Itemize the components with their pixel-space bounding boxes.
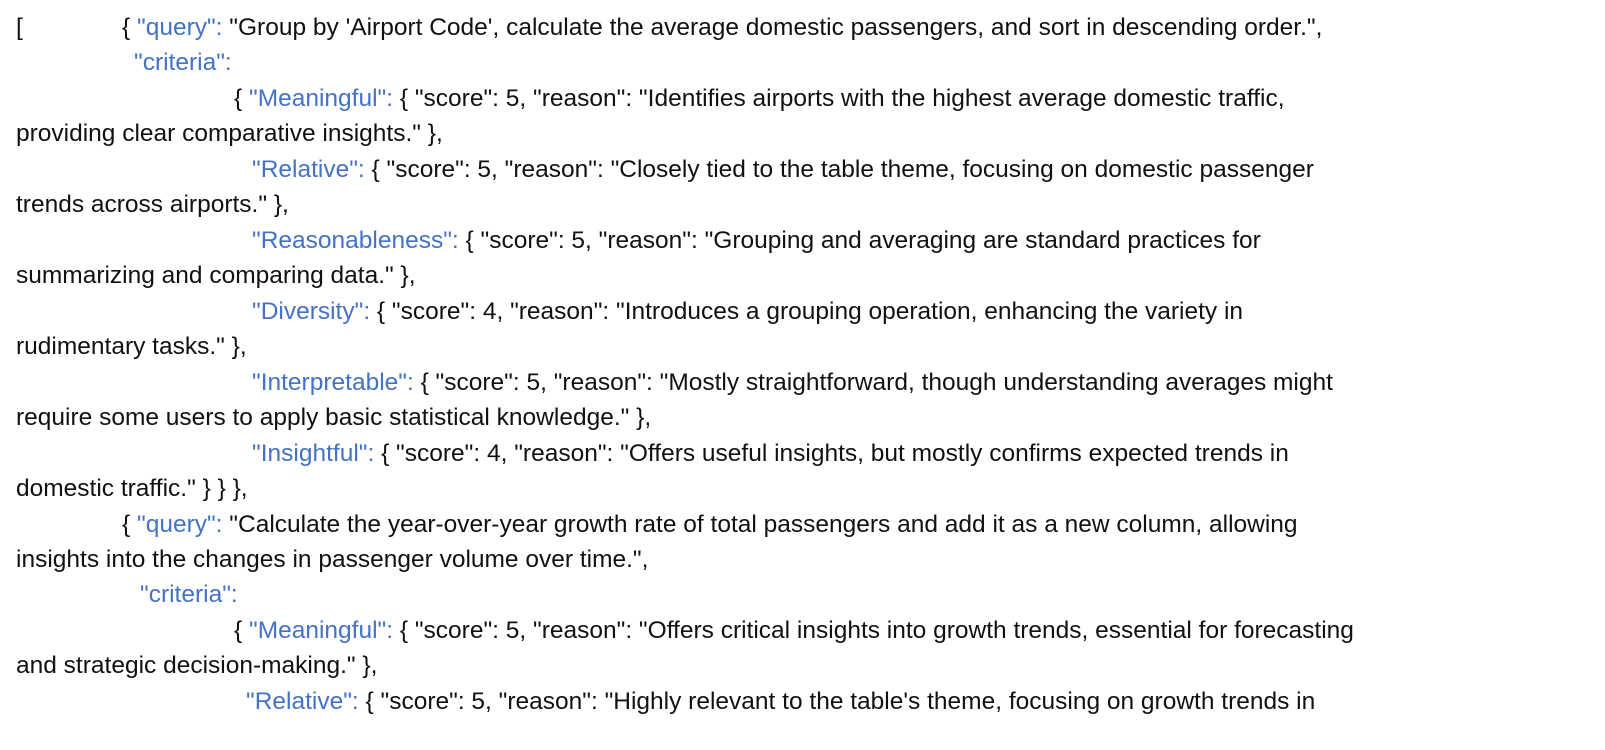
json-value-text: { "score": 5, "reason": "Closely tied to… — [364, 156, 1314, 183]
document-line: { "query": "Calculate the year-over-year… — [0, 510, 1605, 540]
json-value-text: { "score": 5, "reason": "Identifies airp… — [393, 85, 1285, 112]
json-key: "query": — [137, 14, 223, 41]
json-value-text: "Calculate the year-over-year growth rat… — [222, 511, 1298, 538]
document-line: and strategic decision-making." }, — [0, 651, 1605, 681]
brace: { — [234, 617, 249, 644]
json-key: "criteria": — [140, 581, 238, 608]
document-line: summarizing and comparing data." }, — [0, 261, 1605, 291]
json-key: "Meaningful": — [249, 617, 394, 644]
document-line: { "query": "Group by 'Airport Code', cal… — [0, 13, 1605, 43]
json-value-text: require some users to apply basic statis… — [16, 404, 652, 431]
document-line: require some users to apply basic statis… — [0, 403, 1605, 433]
json-key: "Relative": — [252, 156, 365, 183]
json-value-text: { "score": 5, "reason": "Highly relevant… — [358, 688, 1316, 715]
json-key: "Reasonableness": — [252, 227, 459, 254]
brace: { — [122, 14, 137, 41]
json-key: "query": — [137, 511, 223, 538]
json-value-text: { "score": 5, "reason": "Mostly straight… — [413, 369, 1333, 396]
brace: { — [234, 85, 249, 112]
json-key: "Interpretable": — [252, 369, 414, 396]
brace: { — [122, 511, 137, 538]
json-value-text: domestic traffic." } } }, — [16, 475, 248, 502]
json-key: "Diversity": — [252, 298, 371, 325]
json-value-text: and strategic decision-making." }, — [16, 652, 378, 679]
json-value-text: { "score": 5, "reason": "Grouping and av… — [458, 227, 1261, 254]
document-line: { "Meaningful": { "score": 5, "reason": … — [0, 616, 1605, 646]
json-key: "Relative": — [246, 688, 359, 715]
document-line: insights into the changes in passenger v… — [0, 545, 1605, 575]
document-line: rudimentary tasks." }, — [0, 332, 1605, 362]
json-value-text: { "score": 5, "reason": "Offers critical… — [393, 617, 1354, 644]
document-line: "Reasonableness": { "score": 5, "reason"… — [0, 226, 1605, 256]
json-value-text: providing clear comparative insights." }… — [16, 120, 443, 147]
json-value-text: { "score": 4, "reason": "Offers useful i… — [374, 440, 1289, 467]
json-value-text: trends across airports." }, — [16, 191, 289, 218]
json-value-text: insights into the changes in passenger v… — [16, 546, 649, 573]
document-line: "Insightful": { "score": 4, "reason": "O… — [0, 439, 1605, 469]
json-value-text: "Group by 'Airport Code', calculate the … — [222, 14, 1323, 41]
document-line: providing clear comparative insights." }… — [0, 119, 1605, 149]
document-line: "Relative": { "score": 5, "reason": "Clo… — [0, 155, 1605, 185]
json-key: "Meaningful": — [249, 85, 394, 112]
json-key: "criteria": — [134, 49, 232, 76]
json-value-text: summarizing and comparing data." }, — [16, 262, 416, 289]
json-value-text: { "score": 4, "reason": "Introduces a gr… — [370, 298, 1244, 325]
document-line: "Interpretable": { "score": 5, "reason":… — [0, 368, 1605, 398]
document-line: "criteria": — [0, 580, 1605, 610]
json-document: [ { "query": "Group by 'Airport Code', c… — [0, 0, 1605, 750]
document-line: trends across airports." }, — [0, 190, 1605, 220]
json-value-text: rudimentary tasks." }, — [16, 333, 247, 360]
document-line: "criteria": — [0, 48, 1605, 78]
document-line: "Relative": { "score": 5, "reason": "Hig… — [0, 687, 1605, 717]
json-key: "Insightful": — [252, 440, 375, 467]
document-line: { "Meaningful": { "score": 5, "reason": … — [0, 84, 1605, 114]
document-line: "Diversity": { "score": 4, "reason": "In… — [0, 297, 1605, 327]
document-line: domestic traffic." } } }, — [0, 474, 1605, 504]
